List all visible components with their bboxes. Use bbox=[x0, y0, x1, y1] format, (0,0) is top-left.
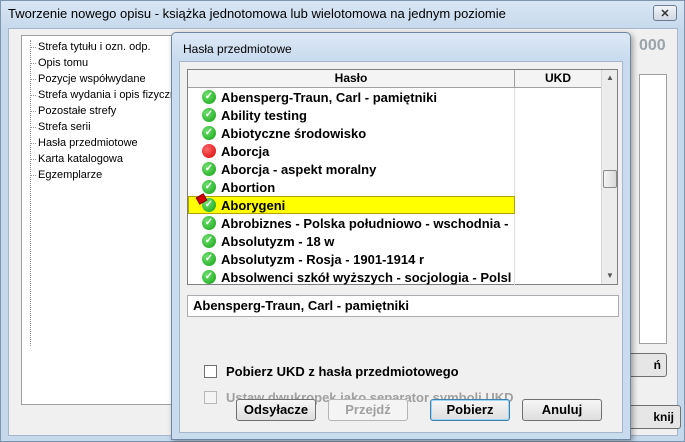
tree-item-egzemplarze[interactable]: Egzemplarze bbox=[22, 167, 182, 183]
ukd-checkbox[interactable] bbox=[204, 364, 217, 378]
grid-header: Hasło UKD bbox=[188, 70, 601, 88]
table-row[interactable]: ✓ Aborygeni bbox=[188, 193, 601, 214]
tree-item-strefa-serii[interactable]: Strefa serii bbox=[22, 119, 182, 135]
ukd-checkbox-label: Pobierz UKD z hasła przedmiotowego bbox=[226, 363, 459, 379]
window-title: Tworzenie nowego opisu - książka jednoto… bbox=[8, 6, 506, 21]
haslo-cell[interactable]: ✓ Abiotyczne środowisko bbox=[188, 124, 515, 142]
tree-item-karta-katalogowa[interactable]: Karta katalogowa bbox=[22, 151, 182, 167]
ukd-cell[interactable] bbox=[515, 232, 601, 250]
background-counter: 000 bbox=[639, 37, 666, 54]
table-row[interactable]: ✓ Absolutyzm - 18 w bbox=[188, 232, 601, 250]
column-header-haslo[interactable]: Hasło bbox=[188, 70, 515, 87]
edit-check-icon: ✓ bbox=[195, 193, 216, 212]
ukd-cell[interactable] bbox=[515, 178, 601, 196]
tree-item-hasla-przedmiotowe[interactable]: Hasła przedmiotowe bbox=[22, 135, 182, 151]
table-row[interactable]: ✓ Abortion bbox=[188, 178, 601, 196]
column-header-ukd[interactable]: UKD bbox=[515, 70, 601, 87]
haslo-cell[interactable]: ✓ Abortion bbox=[188, 178, 515, 196]
przejdz-button[interactable]: Przejdź bbox=[328, 399, 408, 421]
check-icon: ✓ bbox=[202, 252, 216, 266]
error-dot-icon bbox=[202, 144, 216, 158]
tree-item-strefa-tytulu[interactable]: Strefa tytułu i ozn. odp. bbox=[22, 39, 182, 55]
headings-grid[interactable]: Hasło UKD ✓ Abensperg-Traun, Carl - pamię… bbox=[187, 69, 618, 286]
heading-label: Aborcja - aspekt moralny bbox=[221, 161, 377, 177]
heading-label: Aborcja bbox=[221, 143, 270, 159]
ukd-cell[interactable] bbox=[515, 196, 601, 214]
haslo-cell[interactable]: ✓ Absolwenci szkół wyższych - socjologia … bbox=[188, 268, 515, 286]
tree-item-pozostale-strefy[interactable]: Pozostałe strefy bbox=[22, 103, 182, 119]
tree-item-opis-tomu[interactable]: Opis tomu bbox=[22, 55, 182, 71]
pobierz-button[interactable]: Pobierz bbox=[430, 399, 510, 421]
table-row[interactable]: Aborcja bbox=[188, 142, 601, 160]
close-icon: ✕ bbox=[660, 7, 670, 20]
odsylacze-button[interactable]: Odsyłacze bbox=[236, 399, 316, 421]
scrollbar-thumb[interactable] bbox=[603, 170, 617, 188]
ukd-checkbox-row[interactable]: Pobierz UKD z hasła przedmiotowego bbox=[204, 363, 459, 379]
dialog-title: Hasła przedmiotowe bbox=[183, 42, 292, 56]
anuluj-button[interactable]: Anuluj bbox=[522, 399, 602, 421]
check-icon: ✓ bbox=[202, 90, 216, 104]
tree-item-pozycje-wspolwydane[interactable]: Pozycje współwydane bbox=[22, 71, 182, 87]
haslo-cell[interactable]: ✓ Aborygeni bbox=[188, 193, 515, 214]
table-row[interactable]: ✓ Abiotyczne środowisko bbox=[188, 124, 601, 142]
ukd-cell[interactable] bbox=[515, 160, 601, 178]
ukd-cell[interactable] bbox=[515, 88, 601, 106]
check-icon: ✓ bbox=[202, 234, 216, 248]
ukd-cell[interactable] bbox=[515, 106, 601, 124]
check-icon: ✓ bbox=[202, 216, 216, 230]
tree-item-strefa-wydania[interactable]: Strefa wydania i opis fizyczny bbox=[22, 87, 182, 103]
grid-rows: ✓ Abensperg-Traun, Carl - pamiętniki ✓ Abil… bbox=[188, 88, 601, 286]
section-tree: Strefa tytułu i ozn. odp. Opis tomu Pozy… bbox=[21, 35, 182, 405]
table-row[interactable]: ✓ Abrobiznes - Polska południowo - wschod… bbox=[188, 214, 601, 232]
ukd-cell[interactable] bbox=[515, 142, 601, 160]
window-close-button[interactable]: ✕ bbox=[653, 5, 677, 21]
dialog-client-area: Hasło UKD ✓ Abensperg-Traun, Carl - pamię… bbox=[179, 61, 623, 433]
heading-label: Absolutyzm - 18 w bbox=[221, 233, 335, 249]
heading-label: Abiotyczne środowisko bbox=[221, 125, 367, 141]
heading-label: Abensperg-Traun, Carl - pamiętniki bbox=[221, 89, 437, 105]
heading-label: Aborygeni bbox=[221, 197, 286, 213]
haslo-cell[interactable]: ✓ Ability testing bbox=[188, 106, 515, 124]
subject-headings-dialog: Hasła przedmiotowe Hasło UKD ✓ Abensperg-… bbox=[171, 32, 631, 440]
scroll-up-icon[interactable]: ▲ bbox=[602, 70, 618, 86]
background-panel bbox=[639, 74, 667, 344]
check-icon: ✓ bbox=[202, 180, 216, 194]
haslo-cell[interactable]: ✓ Abrobiznes - Polska południowo - wschod… bbox=[188, 214, 515, 232]
ukd-cell[interactable] bbox=[515, 214, 601, 232]
table-row[interactable]: ✓ Absolutyzm - Rosja - 1901-1914 r bbox=[188, 250, 601, 268]
haslo-cell[interactable]: ✓ Absolutyzm - 18 w bbox=[188, 232, 515, 250]
check-icon: ✓ bbox=[202, 126, 216, 140]
separator-checkbox[interactable] bbox=[204, 390, 217, 404]
scroll-down-icon[interactable]: ▼ bbox=[602, 268, 618, 284]
table-row[interactable]: ✓ Aborcja - aspekt moralny bbox=[188, 160, 601, 178]
heading-label: Absolutyzm - Rosja - 1901-1914 r bbox=[221, 251, 425, 267]
table-row[interactable]: ✓ Absolwenci szkół wyższych - socjologia … bbox=[188, 268, 601, 286]
ukd-cell[interactable] bbox=[515, 124, 601, 142]
background-button[interactable]: ń bbox=[627, 353, 667, 377]
table-row[interactable]: ✓ Abensperg-Traun, Carl - pamiętniki bbox=[188, 88, 601, 106]
haslo-cell[interactable]: Aborcja bbox=[188, 142, 515, 160]
ukd-cell[interactable] bbox=[515, 268, 601, 286]
heading-label: Abortion bbox=[221, 179, 276, 195]
selected-heading-field[interactable]: Abensperg-Traun, Carl - pamiętniki bbox=[187, 295, 619, 317]
table-row[interactable]: ✓ Ability testing bbox=[188, 106, 601, 124]
heading-label: Absolwenci szkół wyższych - socjologia -… bbox=[221, 269, 512, 285]
check-icon: ✓ bbox=[202, 108, 216, 122]
ukd-cell[interactable] bbox=[515, 250, 601, 268]
heading-label: Ability testing bbox=[221, 107, 307, 123]
haslo-cell[interactable]: ✓ Abensperg-Traun, Carl - pamiętniki bbox=[188, 88, 515, 106]
haslo-cell[interactable]: ✓ Aborcja - aspekt moralny bbox=[188, 160, 515, 178]
check-icon: ✓ bbox=[202, 270, 216, 284]
check-icon: ✓ bbox=[202, 162, 216, 176]
haslo-cell[interactable]: ✓ Absolutyzm - Rosja - 1901-1914 r bbox=[188, 250, 515, 268]
grid-scrollbar[interactable]: ▲ ▼ bbox=[601, 70, 617, 284]
heading-label: Abrobiznes - Polska południowo - wschodn… bbox=[221, 215, 509, 231]
